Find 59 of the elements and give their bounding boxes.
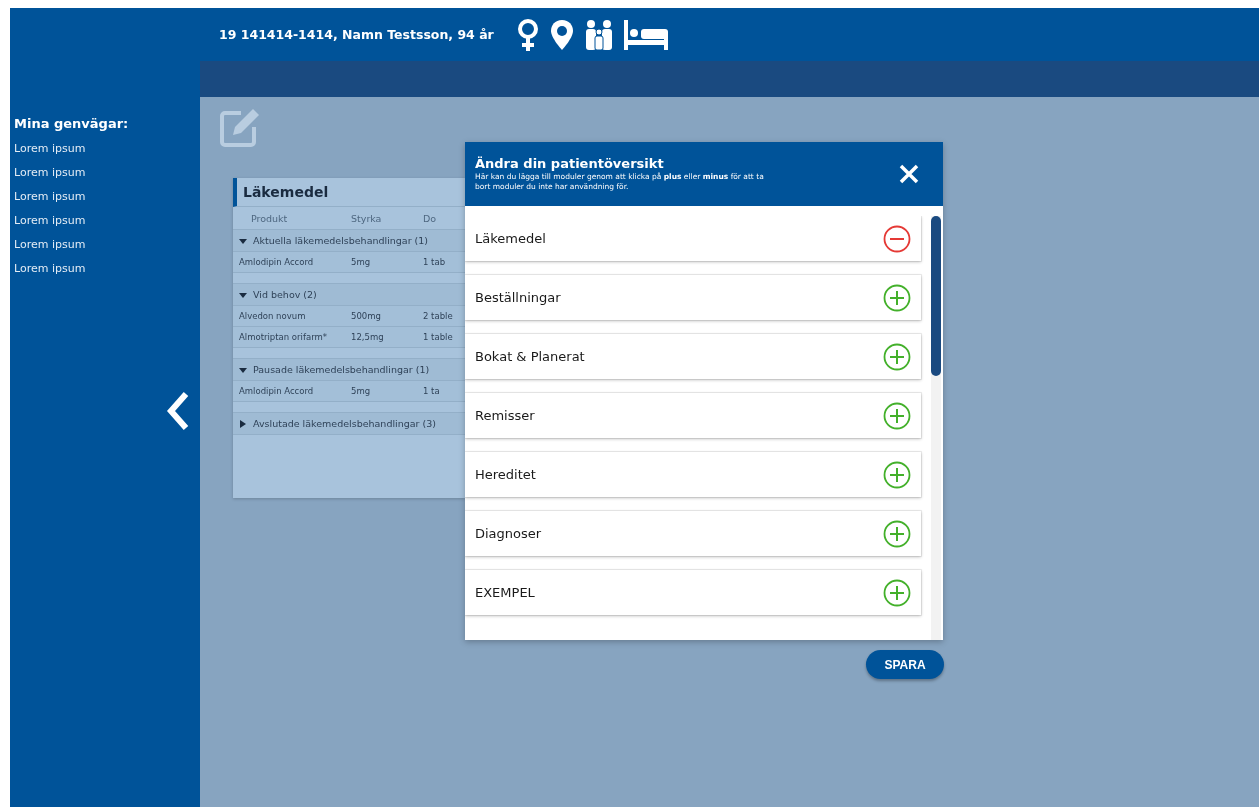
module-label: Beställningar — [475, 290, 561, 305]
table-cell-text: Amlodipin Accord — [239, 386, 315, 396]
module-label: EXEMPEL — [475, 585, 535, 600]
group-label: Pausade läkemedelsbehandlingar (1) — [253, 364, 430, 375]
module-label: Läkemedel — [475, 231, 546, 246]
add-button[interactable] — [883, 460, 911, 489]
location-pin-icon — [549, 18, 574, 51]
add-button[interactable] — [883, 578, 911, 607]
column-header: Produkt — [250, 212, 289, 224]
sidebar-link[interactable]: Lorem ipsum — [14, 257, 200, 281]
table-cell-text: 5mg — [351, 386, 372, 396]
scrollbar[interactable] — [931, 216, 941, 640]
group-label: Avslutade läkemedelsbehandlingar (3) — [253, 418, 436, 429]
table-cell-text: Alvedon novum — [239, 311, 307, 321]
sidebar-link[interactable]: Lorem ipsum — [14, 137, 200, 161]
table-cell-text: 500mg — [351, 311, 382, 321]
chevron-left-icon[interactable] — [166, 391, 190, 431]
caret-right-icon — [239, 419, 247, 428]
sidebar-title: Mina genvägar: — [14, 116, 130, 131]
group-header[interactable]: Vid behov (2) — [233, 283, 465, 306]
sidebar-link[interactable]: Lorem ipsum — [14, 209, 200, 233]
caret-down-icon — [239, 236, 247, 245]
caret-down-icon — [239, 290, 247, 299]
table-cell: 2 table — [423, 311, 453, 321]
group-label: Aktuella läkemedelsbehandlingar (1) — [253, 235, 429, 246]
caret-down-icon — [239, 365, 247, 374]
group-header[interactable]: Pausade läkemedelsbehandlingar (1) — [233, 358, 465, 381]
column-header: Styrka — [351, 212, 383, 224]
add-button[interactable] — [883, 342, 911, 371]
add-button[interactable] — [883, 401, 911, 430]
bed-icon — [623, 19, 668, 50]
add-button[interactable] — [883, 519, 911, 548]
module-label: Hereditet — [475, 467, 536, 482]
table-cell: 1 tab — [423, 257, 446, 267]
table-cell-text: 5mg — [351, 257, 372, 267]
patient-info: 19 141414-1414, Namn Testsson, 94 år — [219, 27, 494, 42]
table-cell: 1 ta — [423, 386, 440, 396]
scrollbar-thumb[interactable] — [931, 216, 941, 376]
sidebar-link[interactable]: Lorem ipsum — [14, 161, 200, 185]
group-header[interactable]: Aktuella läkemedelsbehandlingar (1) — [233, 229, 465, 252]
family-icon — [583, 18, 614, 51]
table-cell-text: Amlodipin Accord — [239, 257, 315, 267]
remove-button[interactable] — [883, 224, 911, 253]
table-cell-text: 12,5mg — [351, 332, 385, 342]
module-label: Bokat & Planerat — [475, 349, 585, 364]
group-header[interactable]: Avslutade läkemedelsbehandlingar (3) — [233, 412, 465, 435]
add-button[interactable] — [883, 283, 911, 312]
female-icon — [515, 17, 540, 52]
table-cell: 1 table — [423, 332, 453, 342]
save-button[interactable]: SPARA — [866, 650, 944, 679]
edit-icon[interactable] — [219, 107, 261, 149]
module-label: Remisser — [475, 408, 535, 423]
sidebar-link[interactable]: Lorem ipsum — [14, 233, 200, 257]
table-cell-text: Almotriptan orifarm* — [239, 332, 328, 342]
sidebar-link[interactable]: Lorem ipsum — [14, 185, 200, 209]
column-header: Do — [423, 212, 437, 224]
dialog-title: Ändra din patientöversikt — [475, 156, 665, 171]
module-label: Diagnoser — [475, 526, 542, 541]
group-label: Vid behov (2) — [253, 289, 317, 300]
